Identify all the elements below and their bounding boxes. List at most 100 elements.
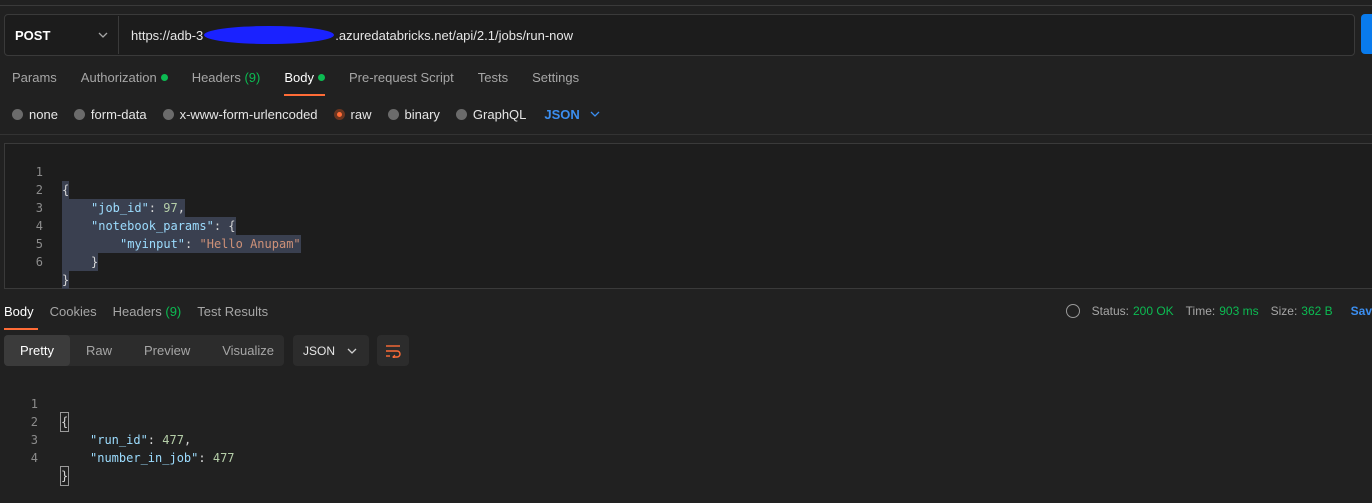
code-line: 2 "run_id": 477, (0, 395, 191, 447)
active-indicator-dot (317, 74, 325, 81)
radio-none[interactable]: none (12, 107, 58, 122)
code-line: 4 "myinput": "Hello Anupam" (5, 199, 1372, 253)
radio-x-www-form-urlencoded[interactable]: x-www-form-urlencoded (162, 106, 318, 122)
radio-binary[interactable]: binary (387, 106, 440, 122)
body-format-label: JSON (544, 106, 580, 122)
radio-icon (12, 108, 23, 120)
save-response-button[interactable]: Sav (1351, 304, 1372, 318)
status-label: Status: (1091, 304, 1129, 318)
tab-label: Cookies (49, 304, 97, 319)
radio-label: none (29, 106, 58, 122)
tab-body[interactable]: Body (272, 64, 337, 96)
radio-label: GraphQL (472, 106, 527, 122)
line-number: 4 (30, 451, 38, 465)
tab-label: Tests (477, 70, 509, 85)
chevron-down-icon (590, 111, 600, 117)
code-text: } (59, 466, 70, 486)
tab-label: Body (284, 70, 314, 85)
tab-label: Headers (191, 70, 241, 85)
url-prefix: https://adb-3 (131, 27, 204, 43)
body-type-options: none form-data x-www-form-urlencoded raw… (12, 105, 600, 123)
wrap-lines-icon (386, 344, 401, 358)
code-line: 2 "job_id": 97, (5, 163, 1372, 217)
radio-graphql[interactable]: GraphQL (455, 106, 527, 122)
tab-pre-request-script[interactable]: Pre-request Script (337, 64, 466, 94)
section-divider (0, 134, 1372, 135)
code-line: 4 } (0, 431, 70, 486)
tab-authorization[interactable]: Authorization (69, 64, 180, 94)
response-tab-cookies[interactable]: Cookies (46, 298, 105, 328)
radio-form-data[interactable]: form-data (73, 106, 147, 122)
radio-selected-icon (333, 108, 345, 120)
response-view-modes: Pretty Raw Preview Visualize (4, 335, 284, 366)
tab-label: Settings (532, 70, 580, 85)
radio-label: raw (350, 106, 372, 122)
tab-label: Body (4, 304, 34, 319)
redaction-mark (204, 26, 335, 44)
view-preview-button[interactable]: Preview (128, 335, 206, 366)
tab-tests[interactable]: Tests (466, 64, 520, 94)
chevron-down-icon (98, 32, 108, 38)
size-value[interactable]: 362 B (1301, 304, 1332, 318)
response-tab-headers[interactable]: Headers (9) (109, 298, 190, 328)
view-visualize-button[interactable]: Visualize (206, 335, 290, 366)
radio-icon (455, 108, 467, 120)
chevron-down-icon (347, 348, 357, 354)
send-button[interactable] (1361, 14, 1372, 54)
code-line: 3 "notebook_params": { (5, 181, 1372, 235)
request-url-bar: POST https://adb-3 .azuredatabricks.net/… (4, 14, 1355, 56)
code-text: } (62, 271, 70, 289)
response-tabs: Body Cookies Headers (9) Test Results (0, 298, 280, 330)
headers-count: (9) (165, 304, 182, 319)
code-text: { (59, 412, 70, 432)
code-line: 1 { (0, 377, 70, 432)
code-line: 3 "number_in_job": 477 (0, 413, 235, 465)
view-pretty-button[interactable]: Pretty (4, 335, 70, 366)
body-format-select[interactable]: JSON (544, 106, 600, 122)
view-raw-button[interactable]: Raw (70, 335, 128, 366)
radio-raw[interactable]: raw (333, 106, 372, 122)
status-value[interactable]: 200 OK (1133, 304, 1174, 318)
radio-icon (73, 108, 85, 120)
response-status-bar: Status: 200 OK Time: 903 ms Size: 362 B Sav (1065, 304, 1372, 318)
radio-icon (387, 108, 399, 120)
radio-label: binary (404, 106, 440, 122)
response-body[interactable]: 1 { 2 "run_id": 477, 3 "number_in_job": … (0, 377, 1372, 486)
tab-label: Test Results (197, 304, 269, 319)
line-number: 6 (35, 255, 43, 269)
response-format-label: JSON (303, 343, 336, 358)
url-suffix: .azuredatabricks.net/api/2.1/jobs/run-no… (335, 27, 574, 43)
time-label: Time: (1185, 304, 1216, 318)
request-body-editor[interactable]: 1 { 2 "job_id": 97, 3 "notebook_params":… (4, 143, 1372, 289)
code-text: "run_id": 477, (90, 433, 192, 447)
tab-label: Params (12, 70, 57, 85)
response-tab-test-results[interactable]: Test Results (193, 298, 276, 328)
radio-icon (162, 108, 174, 120)
size-label: Size: (1270, 304, 1298, 318)
method-label: POST (15, 27, 51, 43)
active-indicator-dot (160, 74, 168, 81)
url-input[interactable]: https://adb-3 .azuredatabricks.net/api/2… (119, 26, 573, 44)
time-value[interactable]: 903 ms (1219, 304, 1258, 318)
tab-label: Headers (112, 304, 162, 319)
tab-label: Authorization (80, 70, 157, 85)
wrap-lines-button[interactable] (377, 335, 409, 366)
radio-label: form-data (90, 106, 147, 122)
radio-label: x-www-form-urlencoded (179, 106, 318, 122)
headers-count: (9) (244, 70, 261, 85)
code-text: "number_in_job": 477 (90, 451, 235, 465)
request-tabs: Params Authorization Headers (9) Body Pr… (0, 64, 591, 96)
code-line: 5 } (5, 217, 1372, 271)
code-text: } (62, 253, 99, 271)
top-divider (0, 5, 1372, 6)
code-line: 6 } (5, 235, 1372, 289)
code-line: 1 { (5, 145, 1372, 199)
tab-params[interactable]: Params (0, 64, 69, 94)
tab-headers[interactable]: Headers (9) (180, 64, 273, 94)
response-tab-body[interactable]: Body (0, 298, 42, 330)
globe-icon[interactable] (1065, 304, 1080, 318)
tab-settings[interactable]: Settings (520, 64, 591, 94)
response-format-select[interactable]: JSON (293, 335, 369, 366)
method-select[interactable]: POST (5, 16, 119, 54)
tab-label: Pre-request Script (348, 70, 454, 85)
